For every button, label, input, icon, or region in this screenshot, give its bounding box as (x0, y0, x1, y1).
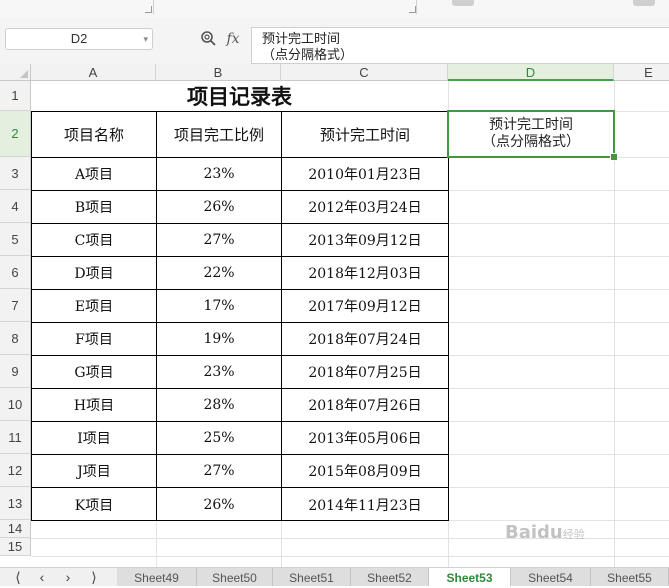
column-header-a[interactable]: A (31, 64, 156, 81)
next-sheet-icon[interactable]: › (56, 568, 80, 586)
cell-completion-ratio[interactable]: 17% (157, 290, 282, 323)
row-header-14[interactable]: 14 (0, 520, 31, 538)
cell-project-name[interactable]: H项目 (32, 389, 157, 422)
spreadsheet-grid[interactable]: A B C D E 1 2 3 4 5 6 7 8 9 10 11 12 13 … (0, 64, 669, 567)
row-header-1[interactable]: 1 (0, 81, 31, 111)
ribbon-button[interactable] (633, 0, 655, 6)
cell-completion-ratio[interactable]: 23% (157, 158, 282, 191)
row-header-3[interactable]: 3 (0, 157, 31, 190)
ribbon-segment (154, 0, 417, 14)
sheet-tab-bar: ⟨ ‹ › ⟩ Sheet49 Sheet50 Sheet51 Sheet52 … (0, 567, 669, 586)
cell-project-name[interactable]: E项目 (32, 290, 157, 323)
cell-completion-ratio[interactable]: 23% (157, 356, 282, 389)
tab-sheet51[interactable]: Sheet51 (273, 568, 351, 586)
tab-sheet50[interactable]: Sheet50 (197, 568, 273, 586)
row-header-11[interactable]: 11 (0, 421, 31, 454)
column-header-d[interactable]: D (448, 64, 614, 81)
column-header-e[interactable]: E (614, 64, 669, 81)
column-header-b[interactable]: B (156, 64, 281, 81)
d2-line-2: （点分隔格式） (482, 134, 580, 150)
cell-completion-ratio[interactable]: 19% (157, 323, 282, 356)
row-header-2[interactable]: 2 (0, 111, 31, 157)
cell-project-name[interactable]: C项目 (32, 224, 157, 257)
row-header-5[interactable]: 5 (0, 223, 31, 256)
formula-bar: D2 ▾ fx 预计完工时间 （点分隔格式） (0, 18, 669, 65)
row-header-15[interactable]: 15 (0, 538, 31, 556)
row-header-12[interactable]: 12 (0, 454, 31, 487)
sheet-title[interactable]: 项目记录表 (31, 81, 448, 111)
name-box-value: D2 (70, 31, 88, 46)
ribbon-grip-icon (409, 6, 416, 13)
cell-planned-date[interactable]: 2012年03月24日 (282, 191, 448, 224)
gridline (156, 520, 157, 567)
row-header-6[interactable]: 6 (0, 256, 31, 289)
d2-line-1: 预计完工时间 (489, 117, 573, 133)
cell-completion-ratio[interactable]: 27% (157, 455, 282, 488)
cell-completion-ratio[interactable]: 26% (157, 191, 282, 224)
tab-sheet55[interactable]: Sheet55 (591, 568, 669, 586)
row-header-4[interactable]: 4 (0, 190, 31, 223)
cell-completion-ratio[interactable]: 26% (157, 488, 282, 521)
chevron-down-icon[interactable]: ▾ (143, 29, 148, 49)
cell-project-name[interactable]: B项目 (32, 191, 157, 224)
zoom-search-icon[interactable] (199, 30, 217, 48)
cell-project-name[interactable]: D项目 (32, 257, 157, 290)
cell-planned-date[interactable]: 2017年09月12日 (282, 290, 448, 323)
cell-project-name[interactable]: J项目 (32, 455, 157, 488)
row-header-8[interactable]: 8 (0, 322, 31, 355)
gridline (281, 520, 282, 567)
cell-planned-date[interactable]: 2014年11月23日 (282, 488, 448, 521)
first-sheet-icon[interactable]: ⟨ (6, 568, 30, 586)
name-box[interactable]: D2 ▾ (5, 28, 153, 50)
ribbon-button[interactable] (452, 0, 474, 6)
ribbon-segment (0, 0, 154, 14)
cell-completion-ratio[interactable]: 27% (157, 224, 282, 257)
tab-sheet52[interactable]: Sheet52 (351, 568, 429, 586)
last-sheet-icon[interactable]: ⟩ (82, 568, 106, 586)
gridline (31, 556, 669, 557)
cell-completion-ratio[interactable]: 22% (157, 257, 282, 290)
cell-planned-date[interactable]: 2018年07月26日 (282, 389, 448, 422)
cell-planned-date[interactable]: 2018年07月24日 (282, 323, 448, 356)
select-all-corner[interactable] (0, 64, 31, 81)
cell-planned-date[interactable]: 2013年05月06日 (282, 422, 448, 455)
cell-completion-ratio[interactable]: 28% (157, 389, 282, 422)
row-header-7[interactable]: 7 (0, 289, 31, 322)
tab-sheet53[interactable]: Sheet53 (429, 568, 511, 586)
prev-sheet-icon[interactable]: ‹ (30, 568, 54, 586)
cell-project-name[interactable]: F项目 (32, 323, 157, 356)
formula-line-2: （点分隔格式） (262, 47, 354, 62)
cell-planned-date[interactable]: 2013年09月12日 (282, 224, 448, 257)
tab-sheet54[interactable]: Sheet54 (511, 568, 591, 586)
cell-planned-date[interactable]: 2018年07月25日 (282, 356, 448, 389)
ribbon-grip-icon (145, 6, 152, 13)
ribbon-strip (0, 0, 669, 19)
cell-project-name[interactable]: A项目 (32, 158, 157, 191)
active-cell-d2[interactable]: 预计完工时间 （点分隔格式） (447, 110, 615, 158)
column-header-c[interactable]: C (281, 64, 448, 81)
function-icon[interactable]: fx (224, 30, 242, 48)
cell-project-name[interactable]: G项目 (32, 356, 157, 389)
formula-input[interactable]: 预计完工时间 （点分隔格式） (251, 27, 669, 64)
watermark-logo: Baidu经验 (505, 522, 585, 543)
row-header-13[interactable]: 13 (0, 487, 31, 520)
header-planned-date[interactable]: 预计完工时间 (282, 112, 448, 158)
record-table: 项目名称 项目完工比例 预计完工时间 A项目 23% 2010年01月23日 B项目 2… (31, 111, 449, 521)
tab-sheet49[interactable]: Sheet49 (117, 568, 197, 586)
header-project-name[interactable]: 项目名称 (32, 112, 157, 158)
cell-planned-date[interactable]: 2010年01月23日 (282, 158, 448, 191)
cell-planned-date[interactable]: 2018年12月03日 (282, 257, 448, 290)
formula-line-1: 预计完工时间 (262, 31, 341, 46)
row-header-9[interactable]: 9 (0, 355, 31, 388)
fill-handle[interactable] (610, 153, 618, 161)
cell-project-name[interactable]: K项目 (32, 488, 157, 521)
cell-planned-date[interactable]: 2015年08月09日 (282, 455, 448, 488)
cell-project-name[interactable]: I项目 (32, 422, 157, 455)
header-completion-ratio[interactable]: 项目完工比例 (157, 112, 282, 158)
row-header-10[interactable]: 10 (0, 388, 31, 421)
cell-completion-ratio[interactable]: 25% (157, 422, 282, 455)
